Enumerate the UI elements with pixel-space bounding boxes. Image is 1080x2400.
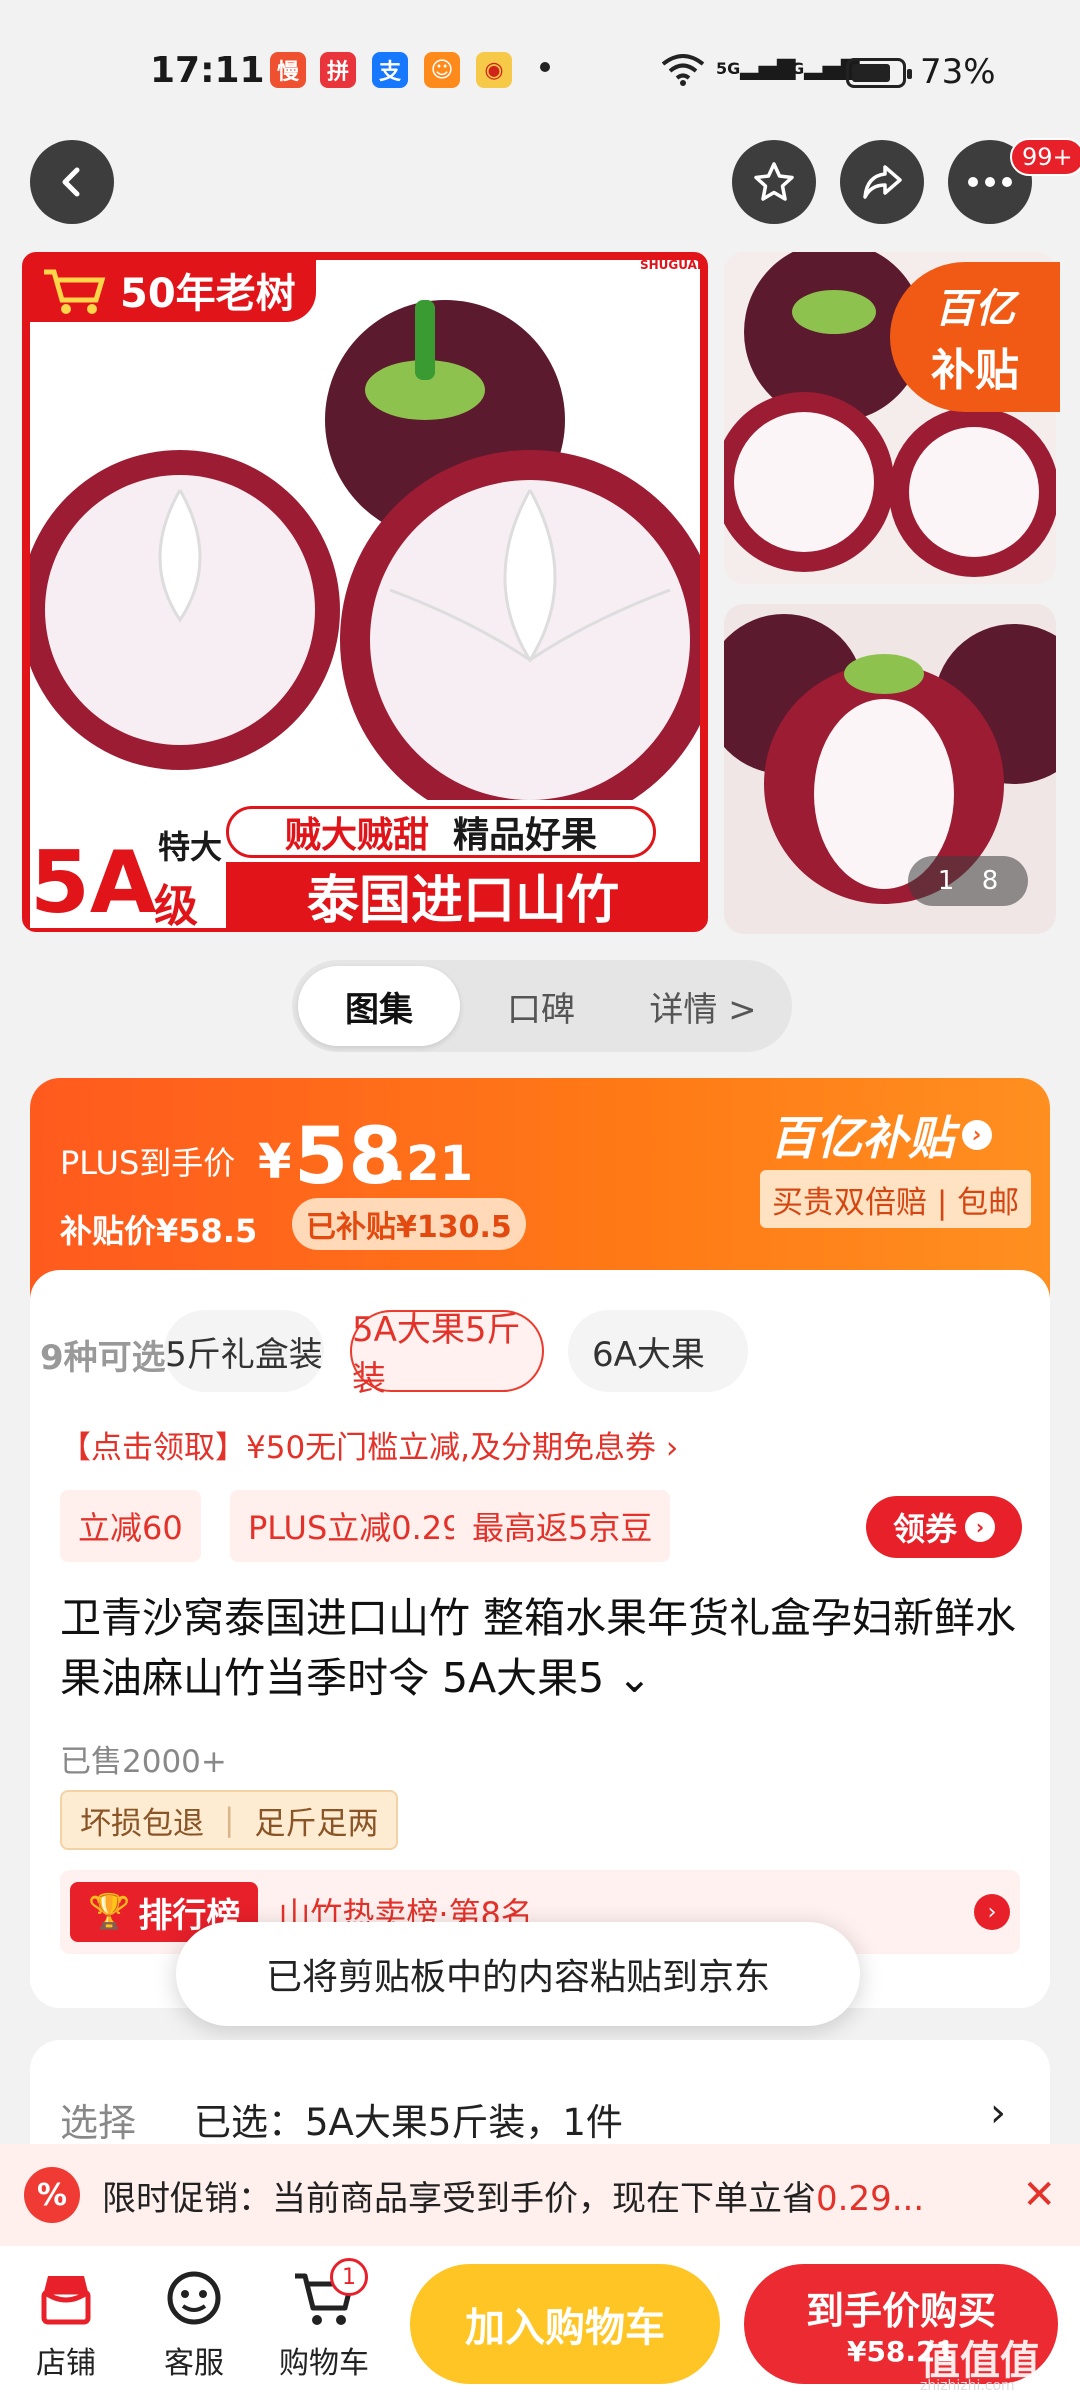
promo-tag: 立减60 [60,1490,201,1562]
battery-icon [846,58,912,88]
grade-text: 5A [30,833,157,933]
banner-main: 泰国进口山竹 [226,862,700,931]
service-tags: 坏损包退 | 足斤足两 [60,1790,399,1850]
selection-label: 选择 [60,2101,137,2145]
promotion-text: 限时促销：当前商品享受到手价，现在下单立省0.29... [102,2178,925,2219]
app-notification-icon: 慢 [270,52,306,88]
tab-gallery[interactable]: 图集 [298,966,460,1046]
subsidy-brand-link[interactable]: 百亿补贴 › [770,1102,992,1168]
favorite-button[interactable] [732,140,816,224]
add-to-cart-button[interactable]: 加入购物车 [410,2264,720,2384]
price-header: PLUS到手价 ¥ 58 .21 补贴价¥58.5 已补贴¥130.5 百亿补贴… [30,1078,1050,1298]
wifi-icon [661,54,705,86]
grade-suffix: 级 [154,881,198,932]
status-bar: 17:11 慢 拼 支 ☺ ◉ 5G▂▄▆ 5G▂▄▆ 73% [0,0,1080,130]
price-decimal: .21 [388,1136,474,1192]
customer-service-button[interactable]: 客服 [134,2266,254,2382]
selection-value: 已选：5A大果5斤装，1件 [194,2101,623,2144]
battery-percent: 73% [920,52,996,92]
coupon-link[interactable]: 【点击领取】¥50无门槛立减,及分期免息券 › [60,1422,678,1467]
chevron-right-icon: › [974,1894,1010,1930]
guarantee-badge: 买贵双倍赔 | 包邮 [760,1170,1032,1228]
sold-count: 已售2000+ [60,1744,227,1780]
weibo-icon: ◉ [476,52,512,88]
shop-icon [33,2266,99,2332]
price-card: PLUS到手价 ¥ 58 .21 补贴价¥58.5 已补贴¥130.5 百亿补贴… [30,1078,1050,2008]
shopping-cart-icon [44,269,106,314]
plus-price-label: PLUS到手价 [60,1144,236,1182]
chevron-left-icon [62,167,80,197]
product-tag: 50年老树 [30,258,316,322]
chevron-right-icon: › [990,2090,1006,2136]
more-notifications-dot [540,62,550,72]
chevron-right-icon: › [965,1512,995,1542]
close-icon[interactable]: ✕ [1022,2172,1056,2218]
customer-service-icon [161,2266,227,2332]
tab-reviews[interactable]: 口碑 [460,966,622,1046]
option-chip[interactable]: 6A大果 [568,1310,748,1392]
tab-details[interactable]: 详情 > [622,966,784,1046]
image-counter: 1 8 [908,856,1028,906]
clipboard-toast: 已将剪贴板中的内容粘贴到京东 [176,1922,860,2026]
slogan-pill: 贼大贼甜 精品好果 [226,806,656,858]
promotion-bar[interactable]: % 限时促销：当前商品享受到手价，现在下单立省0.29... ✕ [0,2144,1080,2246]
back-button[interactable] [30,140,114,224]
message-badge: 99+ [1010,138,1080,176]
trophy-icon: 🏆 [88,1892,131,1932]
product-tag-text: 50年老树 [120,271,296,317]
star-icon [754,162,794,201]
content-tabs: 图集 口碑 详情 > [292,960,792,1052]
share-icon [863,165,902,199]
discount-icon: % [24,2167,80,2223]
status-time: 17:11 [150,50,265,91]
image-banner: 5A 特大 级 贼大贼甜 精品好果 泰国进口山竹 [30,806,700,933]
option-chip[interactable]: 5斤礼盒装 [164,1310,324,1392]
share-button[interactable] [840,140,924,224]
grade-block: 5A 特大 级 [30,828,230,933]
subsidy-amount: 已补贴¥130.5 [292,1198,526,1250]
option-count: 9种可选 [40,1338,166,1378]
subsidy-price: 补贴价¥58.5 [60,1212,258,1250]
alipay-icon: 支 [372,52,408,88]
cart-badge: 1 [330,2258,368,2296]
brand-text: SHUGUAN [640,258,707,272]
product-info: 9种可选 5斤礼盒装 5A大果5斤装 6A大果 【点击领取】¥50无门槛立减,及… [30,1270,1050,2008]
price-integer: 58 [294,1112,403,1202]
get-coupon-button[interactable]: 领券 › [866,1496,1022,1558]
watermark-url: zhizhizhi.com [920,2378,1015,2394]
app-notification-icon: 拼 [320,52,356,88]
price-currency: ¥ [258,1134,292,1190]
grade-size-text: 特大 [158,828,223,866]
chevron-right-icon: › [962,1120,992,1150]
subsidy-badge: 百亿 补贴 [890,262,1060,412]
product-title[interactable]: 卫青沙窝泰国进口山竹 整箱水果年货礼盒孕妇新鲜水果油麻山竹当季时令 5A大果5 … [60,1588,1020,1708]
shop-button[interactable]: 店铺 [6,2266,126,2382]
promo-tag: 最高返5京豆 [454,1490,671,1562]
option-chip-selected[interactable]: 5A大果5斤装 [350,1310,544,1399]
app-notification-icon: ☺ [424,52,460,88]
more-dots-icon [968,177,1012,187]
